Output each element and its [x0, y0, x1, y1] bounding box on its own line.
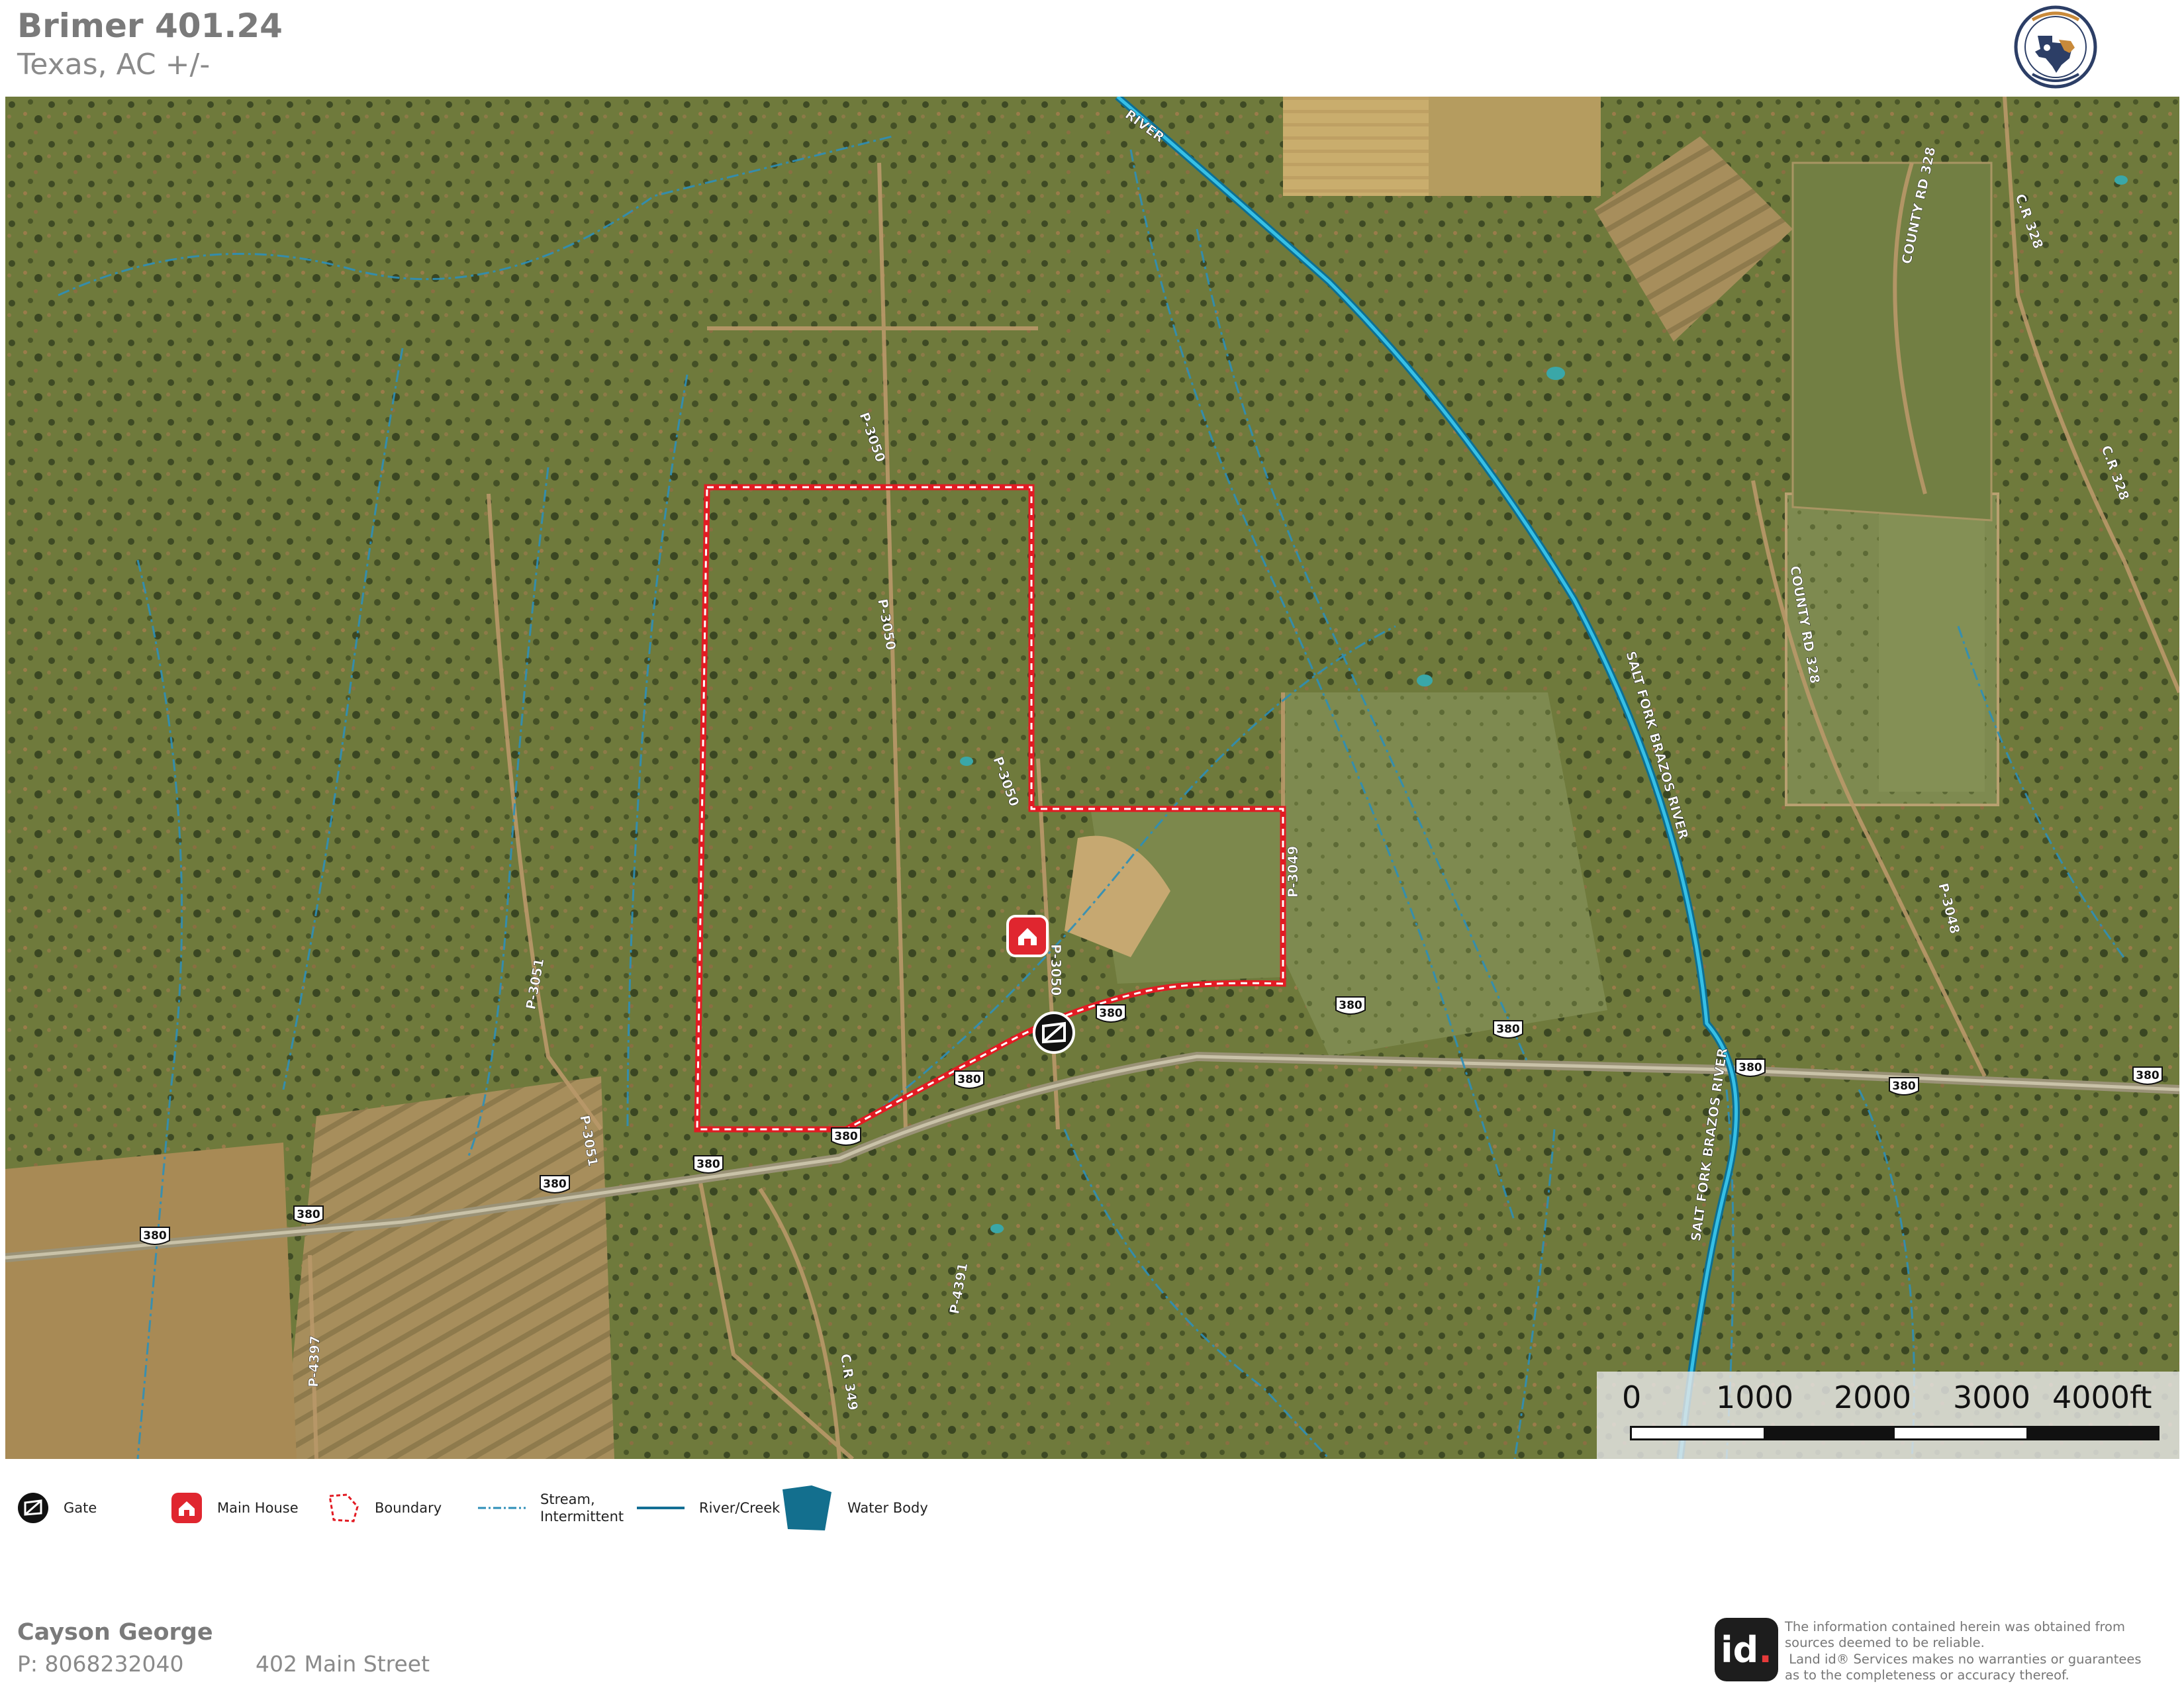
agent-phone[interactable]: P: 8068232040 — [17, 1651, 183, 1677]
hwy-shield: 380 — [2136, 1069, 2160, 1082]
legend-item-main-house: Main House — [169, 1475, 299, 1541]
company-logo-seal-icon — [2014, 5, 2097, 89]
agent-address: 402 Main Street — [256, 1651, 430, 1677]
gate-icon — [18, 1493, 48, 1523]
aerial-map-canvas[interactable]: RIVER SALT FORK BRAZOS RIVER SALT FORK B… — [5, 97, 2179, 1459]
legend-label-stream: Stream, Intermittent — [540, 1491, 624, 1524]
gate-marker[interactable] — [1033, 1011, 1075, 1054]
legend-item-boundary: Boundary — [324, 1475, 442, 1541]
map-title: Brimer 401.24 — [17, 7, 283, 45]
disclaimer-text: The information contained herein was obt… — [1785, 1619, 2142, 1683]
legend-label-gate: Gate — [64, 1499, 97, 1516]
main-house-icon — [171, 1493, 202, 1523]
hwy-shield: 380 — [696, 1158, 720, 1171]
company-logo — [2006, 4, 2105, 90]
legend-label-main-house: Main House — [217, 1499, 299, 1516]
map-legend: Gate Main House Boundary Stream, Intermit… — [13, 1475, 1006, 1548]
scale-bar: 0 1000 2000 3000 4000ft — [1597, 1372, 2179, 1459]
scale-label-3000: 3000 — [1953, 1380, 2031, 1415]
hwy-shield: 380 — [1339, 999, 1362, 1012]
scale-label-1000: 1000 — [1716, 1380, 1794, 1415]
legend-label-river-creek: River/Creek — [699, 1499, 781, 1516]
hwy-shield: 380 — [957, 1073, 981, 1086]
road-label-p4397: P-4397 — [305, 1335, 323, 1387]
hwy-shield: 380 — [297, 1208, 320, 1221]
hwy-shield: 380 — [834, 1130, 858, 1143]
aerial-map[interactable]: RIVER SALT FORK BRAZOS RIVER SALT FORK B… — [5, 97, 2179, 1459]
stream-icon — [478, 1507, 526, 1509]
hwy-shield: 380 — [543, 1178, 567, 1191]
water-body-icon — [783, 1485, 831, 1530]
scale-track — [1630, 1426, 2160, 1440]
hwy-shield: 380 — [1496, 1023, 1520, 1036]
legend-label-water-body: Water Body — [847, 1499, 928, 1516]
hwy-shield: 380 — [1099, 1007, 1123, 1020]
road-label-p3050-d: P-3050 — [1048, 944, 1064, 996]
legend-item-stream: Stream, Intermittent — [477, 1475, 624, 1541]
agent-name: Cayson George — [17, 1619, 213, 1646]
hwy-shield: 380 — [143, 1229, 167, 1243]
legend-item-water-body: Water Body — [779, 1475, 928, 1541]
hwy-shield: 380 — [1738, 1061, 1762, 1074]
scale-label-0: 0 — [1622, 1380, 1642, 1415]
land-id-logo: id. — [1715, 1618, 1778, 1681]
boundary-icon — [328, 1493, 359, 1523]
legend-item-gate: Gate — [16, 1475, 97, 1541]
legend-label-boundary: Boundary — [375, 1499, 442, 1516]
map-subtitle: Texas, AC +/- — [17, 48, 211, 81]
legend-item-river-creek: River/Creek — [636, 1475, 780, 1541]
hwy-shield: 380 — [1892, 1080, 1916, 1093]
road-label-p3049: P-3049 — [1285, 846, 1301, 898]
scale-label-4000ft: 4000ft — [2052, 1380, 2152, 1415]
scale-label-2000: 2000 — [1834, 1380, 1912, 1415]
river-icon — [637, 1507, 685, 1509]
main-house-marker[interactable] — [1006, 915, 1049, 957]
